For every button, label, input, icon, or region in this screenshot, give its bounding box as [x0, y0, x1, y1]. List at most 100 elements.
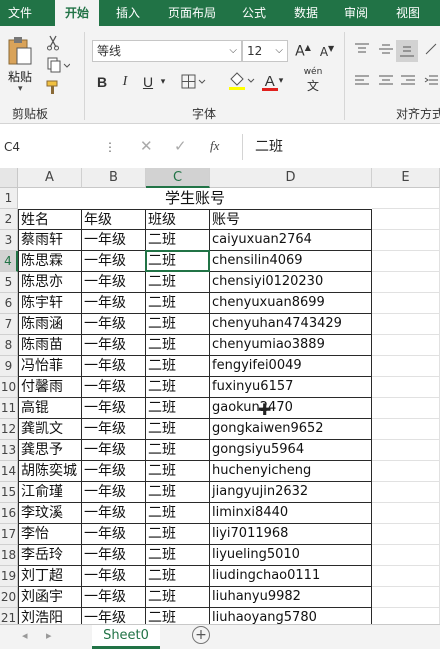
grade-cell[interactable]: 一年级: [82, 335, 146, 356]
class-cell[interactable]: 二班: [146, 482, 210, 503]
align-center-button[interactable]: [376, 72, 396, 90]
row-header-15[interactable]: 15: [0, 482, 18, 503]
class-cell[interactable]: 二班: [146, 503, 210, 524]
grade-cell[interactable]: 一年级: [82, 356, 146, 377]
grade-cell[interactable]: 一年级: [82, 440, 146, 461]
class-cell[interactable]: 二班: [146, 335, 210, 356]
tab-review[interactable]: 审阅: [336, 0, 376, 26]
grade-cell[interactable]: 一年级: [82, 524, 146, 545]
class-cell[interactable]: 二班: [146, 440, 210, 461]
increase-font-size-button[interactable]: A▲: [292, 40, 314, 62]
add-sheet-icon[interactable]: +: [192, 626, 210, 644]
grade-cell[interactable]: 一年级: [82, 419, 146, 440]
name-cell[interactable]: 江俞瑾: [18, 482, 82, 503]
class-cell[interactable]: 二班: [146, 398, 210, 419]
align-bottom-button[interactable]: [396, 40, 418, 62]
decrease-font-size-button[interactable]: A▼: [316, 40, 338, 62]
name-cell[interactable]: 陈宇轩: [18, 293, 82, 314]
name-cell[interactable]: 陈思亦: [18, 272, 82, 293]
row-header-1[interactable]: 1: [0, 188, 18, 209]
grade-cell[interactable]: 一年级: [82, 314, 146, 335]
column-header-b[interactable]: B: [82, 168, 146, 188]
name-cell[interactable]: 刘丁超: [18, 566, 82, 587]
row-header-3[interactable]: 3: [0, 230, 18, 251]
row-header-12[interactable]: 12: [0, 419, 18, 440]
row-header-10[interactable]: 10: [0, 377, 18, 398]
tab-formulas[interactable]: 公式: [234, 0, 274, 26]
row-header-7[interactable]: 7: [0, 314, 18, 335]
account-cell[interactable]: fuxinyu6157: [210, 377, 372, 398]
name-cell[interactable]: 陈雨苗: [18, 335, 82, 356]
class-cell[interactable]: 二班: [146, 293, 210, 314]
font-size-select[interactable]: 12 ⌵: [242, 40, 288, 62]
grade-cell[interactable]: 一年级: [82, 230, 146, 251]
align-top-button[interactable]: [352, 40, 372, 58]
account-cell[interactable]: liyueling5010: [210, 545, 372, 566]
fill-color-button[interactable]: [226, 70, 256, 92]
grade-cell[interactable]: 一年级: [82, 377, 146, 398]
row-header-20[interactable]: 20: [0, 587, 18, 608]
name-cell[interactable]: 付馨雨: [18, 377, 82, 398]
column-header-d[interactable]: D: [210, 168, 372, 188]
name-cell[interactable]: 龚凯文: [18, 419, 82, 440]
align-middle-button[interactable]: [376, 40, 396, 58]
name-cell[interactable]: 刘函宇: [18, 587, 82, 608]
account-cell[interactable]: liminxi8440: [210, 503, 372, 524]
account-cell[interactable]: caiyuxuan2764: [210, 230, 372, 251]
class-cell[interactable]: 二班: [146, 587, 210, 608]
row-header-4[interactable]: 4: [0, 251, 18, 272]
grade-cell[interactable]: 一年级: [82, 482, 146, 503]
cancel-icon[interactable]: ✕: [140, 137, 153, 155]
font-name-select[interactable]: 等线 ⌵: [92, 40, 242, 62]
sheet-tab[interactable]: Sheet0: [92, 625, 160, 649]
row-header-9[interactable]: 9: [0, 356, 18, 377]
font-color-button[interactable]: A ▾: [260, 70, 288, 92]
underline-button[interactable]: U: [140, 72, 156, 92]
name-cell[interactable]: 龚思予: [18, 440, 82, 461]
grade-cell[interactable]: 一年级: [82, 587, 146, 608]
column-header-a[interactable]: A: [18, 168, 82, 188]
class-cell[interactable]: 二班: [146, 314, 210, 335]
align-left-button[interactable]: [352, 72, 372, 90]
class-cell[interactable]: 二班: [146, 230, 210, 251]
name-cell[interactable]: 胡陈奕城: [18, 461, 82, 482]
row-header-11[interactable]: 11: [0, 398, 18, 419]
formula-input[interactable]: 二班: [242, 134, 440, 160]
copy-button[interactable]: [44, 56, 72, 74]
tab-view[interactable]: 视图: [388, 0, 428, 26]
name-cell[interactable]: 李玟溪: [18, 503, 82, 524]
scroll-left-icon[interactable]: ◂: [22, 629, 28, 642]
tab-insert[interactable]: 插入: [106, 0, 150, 26]
select-all-button[interactable]: [0, 168, 18, 188]
grade-cell[interactable]: 一年级: [82, 398, 146, 419]
account-cell[interactable]: chenyuxuan8699: [210, 293, 372, 314]
align-right-button[interactable]: [398, 72, 418, 90]
account-cell[interactable]: chenyuhan4743429: [210, 314, 372, 335]
name-cell[interactable]: 冯怡菲: [18, 356, 82, 377]
column-header-c[interactable]: C: [146, 168, 210, 188]
row-header-8[interactable]: 8: [0, 335, 18, 356]
grade-cell[interactable]: 一年级: [82, 272, 146, 293]
tab-file[interactable]: 文件: [0, 0, 40, 26]
row-header-19[interactable]: 19: [0, 566, 18, 587]
format-painter-button[interactable]: [44, 78, 62, 96]
orientation-button[interactable]: [422, 40, 440, 58]
tab-home[interactable]: 开始: [55, 0, 99, 26]
tab-data[interactable]: 数据: [286, 0, 326, 26]
header-cell[interactable]: 年级: [82, 209, 146, 230]
name-cell[interactable]: 李岳玲: [18, 545, 82, 566]
account-cell[interactable]: liyi7011968: [210, 524, 372, 545]
class-cell[interactable]: 二班: [146, 461, 210, 482]
insert-function-icon[interactable]: fx: [210, 138, 219, 154]
name-cell[interactable]: 蔡雨轩: [18, 230, 82, 251]
row-header-2[interactable]: 2: [0, 209, 18, 230]
row-header-16[interactable]: 16: [0, 503, 18, 524]
row-header-6[interactable]: 6: [0, 293, 18, 314]
account-cell[interactable]: liudingchao0111: [210, 566, 372, 587]
account-cell[interactable]: jiangyujin2632: [210, 482, 372, 503]
name-cell[interactable]: 陈思霖: [18, 251, 82, 272]
header-cell[interactable]: 账号: [210, 209, 372, 230]
account-cell[interactable]: liuhanyu9982: [210, 587, 372, 608]
italic-button[interactable]: I: [118, 72, 132, 92]
grade-cell[interactable]: 一年级: [82, 293, 146, 314]
